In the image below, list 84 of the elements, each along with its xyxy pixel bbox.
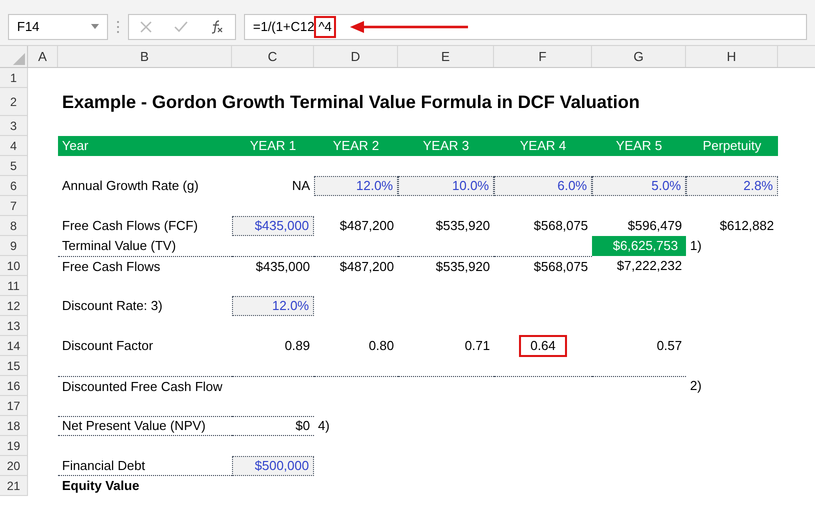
value-text: 0.80 — [368, 337, 395, 356]
row-label: Discount Rate: 3) — [61, 297, 162, 316]
row-label: Terminal Value (TV) — [61, 237, 176, 256]
row-header[interactable]: 13 — [0, 316, 28, 336]
note-text: 4) — [317, 417, 330, 436]
row-header[interactable]: 11 — [0, 276, 28, 296]
row-header[interactable]: 5 — [0, 156, 28, 176]
header-label: Year — [61, 137, 88, 156]
sheet-title: Example - Gordon Growth Terminal Value Formula in DCF Valuation — [61, 90, 640, 114]
row-header[interactable]: 2 — [0, 88, 28, 116]
arrow-icon — [350, 20, 468, 32]
year-header: YEAR 3 — [422, 137, 470, 156]
input-cell[interactable]: 10.0% — [398, 176, 494, 196]
column-header[interactable]: A — [28, 46, 58, 67]
input-cell[interactable]: 6.0% — [494, 176, 592, 196]
column-header[interactable]: H — [686, 46, 778, 67]
row-header[interactable]: 9 — [0, 236, 28, 256]
input-cell[interactable]: $500,000 — [232, 456, 314, 476]
value-text: $535,920 — [434, 258, 491, 276]
row-header[interactable]: 21 — [0, 476, 28, 496]
value-text: $612,882 — [718, 217, 775, 236]
column-header[interactable]: G — [592, 46, 686, 67]
row-label: Net Present Value (NPV) — [61, 417, 206, 436]
value-text: 0.71 — [464, 337, 491, 356]
note-text: 1) — [689, 237, 702, 256]
dropdown-caret-icon — [91, 24, 99, 29]
year-header: YEAR 5 — [614, 137, 664, 156]
row-header[interactable]: 17 — [0, 396, 28, 416]
row-header[interactable]: 19 — [0, 436, 28, 456]
check-icon[interactable] — [174, 20, 188, 32]
function-icon[interactable] — [210, 20, 224, 34]
row-label: Annual Growth Rate (g) — [61, 177, 199, 196]
row-header[interactable]: 1 — [0, 68, 28, 88]
row-label: Free Cash Flows (FCF) — [61, 217, 198, 236]
value-text: $596,479 — [626, 217, 683, 236]
year-header: Perpetuity — [702, 137, 762, 156]
value-text: $568,075 — [532, 217, 589, 236]
row-header[interactable]: 14 — [0, 336, 28, 356]
value-text: $0 — [294, 417, 311, 436]
marked-cell[interactable]: 0.64 — [519, 335, 567, 357]
select-all-icon[interactable] — [13, 53, 25, 65]
row-header[interactable]: 16 — [0, 376, 28, 396]
column-header[interactable]: B — [58, 46, 232, 67]
row-label: Equity Value — [61, 477, 140, 496]
row-label: Free Cash Flows — [61, 258, 160, 276]
row-header[interactable]: 12 — [0, 296, 28, 316]
row-label: Discounted Free Cash Flow — [61, 378, 222, 396]
year-header: YEAR 1 — [248, 137, 298, 156]
row-header[interactable]: 15 — [0, 356, 28, 376]
row-label: Discount Factor — [61, 337, 154, 356]
row-header[interactable]: 8 — [0, 216, 28, 236]
row-header[interactable]: 7 — [0, 196, 28, 216]
grip-icon — [116, 20, 120, 34]
year-header: YEAR 4 — [518, 137, 568, 156]
value-text: $487,200 — [338, 217, 395, 236]
cancel-icon[interactable] — [140, 20, 152, 32]
row-header[interactable]: 10 — [0, 256, 28, 276]
row-label: Financial Debt — [61, 456, 146, 475]
input-cell[interactable]: 12.0% — [314, 176, 398, 196]
value-text: NA — [290, 177, 311, 196]
input-cell[interactable]: 12.0% — [232, 296, 314, 316]
row-header[interactable]: 3 — [0, 116, 28, 136]
year-header: YEAR 2 — [332, 137, 380, 156]
input-cell[interactable]: 2.8% — [686, 176, 778, 196]
value-text: $7,222,232 — [616, 257, 683, 276]
value-text: $568,075 — [532, 258, 589, 276]
value-text: $435,000 — [254, 258, 311, 276]
row-header[interactable]: 6 — [0, 176, 28, 196]
row-header[interactable]: 20 — [0, 456, 28, 476]
input-cell[interactable]: $435,000 — [232, 216, 314, 236]
column-header[interactable]: F — [494, 46, 592, 67]
input-cell[interactable]: 5.0% — [592, 176, 686, 196]
row-header[interactable]: 18 — [0, 416, 28, 436]
column-header[interactable]: E — [398, 46, 494, 67]
column-header[interactable]: C — [232, 46, 314, 67]
note-text: 2) — [689, 377, 702, 396]
column-header[interactable]: D — [314, 46, 398, 67]
value-text: $487,200 — [338, 258, 395, 276]
value-text: 0.57 — [656, 337, 683, 356]
name-box[interactable]: F14 — [8, 14, 108, 40]
value-text: $535,920 — [434, 217, 491, 236]
value-text: 0.89 — [284, 337, 311, 356]
row-header[interactable]: 4 — [0, 136, 28, 156]
formula-field[interactable]: =1/(1+C12 ^4 — [244, 14, 807, 40]
